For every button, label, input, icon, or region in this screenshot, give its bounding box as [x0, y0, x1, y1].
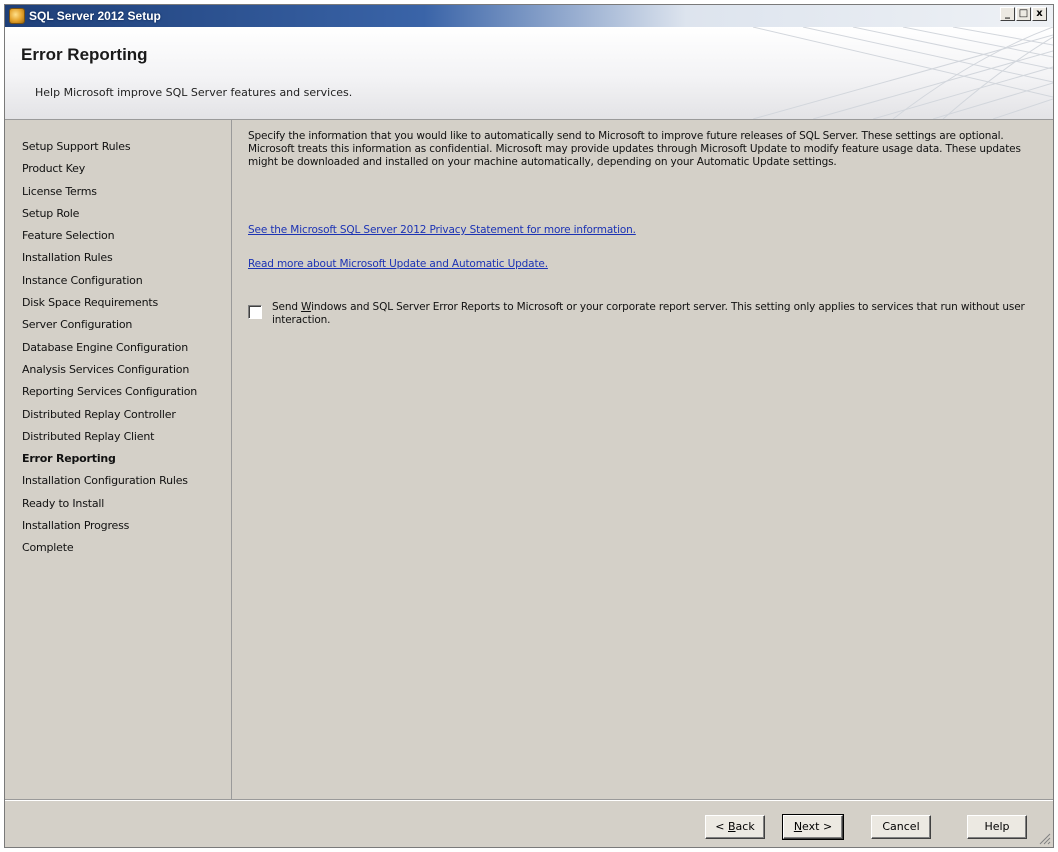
sidebar-item-analysis-services-configuration: Analysis Services Configuration [22, 362, 190, 376]
steps-list: Setup Support Rules Product Key License Te… [5, 120, 231, 560]
window-controls: _ □ x [1000, 7, 1047, 21]
maximize-button[interactable]: □ [1016, 7, 1031, 21]
sidebar-item-installation-progress: Installation Progress [22, 519, 130, 533]
next-button[interactable]: Next > [782, 814, 844, 840]
sidebar-item-feature-selection: Feature Selection [22, 229, 115, 243]
main-content: Specify the information that you would l… [248, 130, 1039, 326]
sidebar-item-distributed-replay-controller: Distributed Replay Controller [22, 407, 176, 421]
minimize-button[interactable]: _ [1000, 7, 1015, 21]
sidebar-item-database-engine-configuration: Database Engine Configuration [22, 340, 188, 354]
header-decoration-graphic [752, 27, 1053, 119]
sidebar-item-installation-rules: Installation Rules [22, 251, 113, 265]
sidebar-item-product-key: Product Key [22, 162, 86, 176]
page-header: Error Reporting Help Microsoft improve S… [5, 27, 1053, 120]
sidebar-item-error-reporting: Error Reporting [22, 452, 116, 466]
next-button-mnemonic: N [793, 820, 803, 833]
steps-sidebar: Setup Support Rules Product Key License Te… [5, 120, 232, 800]
close-button[interactable]: x [1032, 7, 1047, 21]
privacy-statement-link[interactable]: See the Microsoft SQL Server 2012 Privac… [248, 224, 636, 236]
back-button-mnemonic: B [728, 820, 736, 833]
sql-server-setup-icon [9, 8, 25, 24]
sidebar-item-installation-configuration-rules: Installation Configuration Rules [22, 474, 188, 488]
sidebar-item-setup-role: Setup Role [22, 206, 80, 220]
page-subtitle: Help Microsoft improve SQL Server featur… [35, 86, 353, 99]
title-bar[interactable]: SQL Server 2012 Setup _ □ x [5, 5, 1053, 27]
back-button[interactable]: < Back [705, 815, 765, 839]
sidebar-item-server-configuration: Server Configuration [22, 318, 133, 332]
sidebar-item-reporting-services-configuration: Reporting Services Configuration [22, 385, 198, 399]
sidebar-item-distributed-replay-client: Distributed Replay Client [22, 429, 155, 443]
error-reports-label-rest: indows and SQL Server Error Reports to M… [272, 301, 1025, 326]
sidebar-item-license-terms: License Terms [22, 184, 97, 198]
back-button-rest: ack [735, 820, 755, 833]
error-reports-option: Send Windows and SQL Server Error Report… [248, 301, 1039, 327]
sidebar-item-disk-space-requirements: Disk Space Requirements [22, 296, 159, 310]
error-reports-label[interactable]: Send Windows and SQL Server Error Report… [272, 301, 1039, 327]
help-button[interactable]: Help [967, 815, 1027, 839]
button-bar: < Back Next > Cancel Help [5, 800, 1053, 847]
resize-grip-icon[interactable] [1039, 833, 1051, 845]
next-button-rest: ext > [802, 820, 833, 833]
back-button-prefix: < [715, 820, 728, 833]
error-reports-checkbox[interactable] [248, 305, 262, 319]
sidebar-item-setup-support-rules: Setup Support Rules [22, 140, 131, 153]
sidebar-item-ready-to-install: Ready to Install [22, 496, 105, 510]
window-title: SQL Server 2012 Setup [29, 9, 161, 23]
description-text: Specify the information that you would l… [248, 130, 1021, 168]
setup-window: SQL Server 2012 Setup _ □ x Error Report… [4, 4, 1054, 848]
error-reports-label-mnemonic: W [301, 301, 312, 313]
page-title: Error Reporting [21, 45, 148, 64]
microsoft-update-link[interactable]: Read more about Microsoft Update and Aut… [248, 258, 548, 270]
error-reports-label-prefix: Send [272, 301, 302, 313]
sidebar-item-instance-configuration: Instance Configuration [22, 273, 143, 287]
sidebar-item-complete: Complete [22, 541, 74, 555]
cancel-button[interactable]: Cancel [871, 815, 931, 839]
